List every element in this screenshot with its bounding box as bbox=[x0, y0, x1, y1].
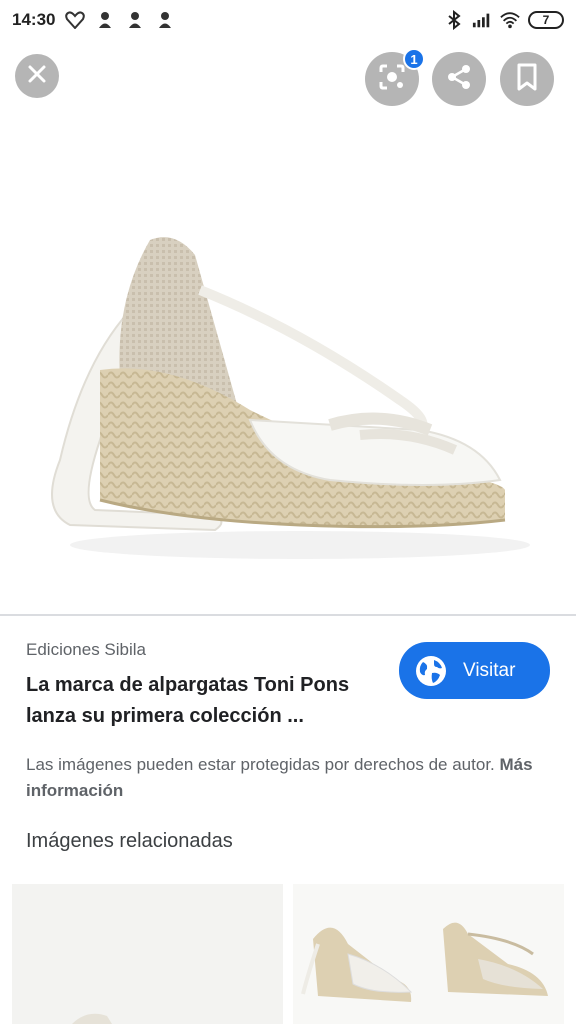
close-button[interactable] bbox=[15, 54, 59, 98]
globe-icon bbox=[415, 655, 447, 687]
related-image bbox=[293, 884, 564, 1024]
signal-icon bbox=[472, 10, 492, 30]
result-title-line: La marca de alpargatas Toni Pons bbox=[26, 674, 350, 696]
lens-button[interactable]: 1 bbox=[365, 48, 425, 106]
result-title-line: lanza su primera colección ... bbox=[26, 705, 304, 727]
status-time: 14:30 bbox=[12, 10, 56, 29]
close-icon bbox=[27, 64, 47, 89]
visit-button[interactable]: Visitar bbox=[399, 642, 550, 699]
heart-notification-icon bbox=[65, 10, 86, 30]
lens-badge: 1 bbox=[403, 48, 425, 70]
notification-icons bbox=[65, 10, 175, 30]
wifi-icon bbox=[500, 10, 520, 30]
bookmark-icon bbox=[515, 63, 539, 96]
copyright-text: Las imágenes pueden estar protegidas por… bbox=[26, 755, 495, 774]
espadrille-image bbox=[51, 237, 530, 559]
battery-indicator: 7 bbox=[528, 11, 564, 29]
copyright-notice: Las imágenes pueden estar protegidas por… bbox=[26, 752, 546, 804]
related-image bbox=[12, 884, 283, 1024]
app-notification-icon bbox=[95, 10, 115, 30]
result-title[interactable]: La marca de alpargatas Toni Pons lanza s… bbox=[26, 670, 386, 732]
main-image[interactable] bbox=[0, 130, 576, 614]
share-button[interactable] bbox=[432, 52, 486, 106]
divider bbox=[0, 614, 576, 616]
related-thumbnail[interactable] bbox=[293, 884, 564, 1024]
app-notification-icon bbox=[125, 10, 145, 30]
related-heading: Imágenes relacionadas bbox=[26, 830, 233, 852]
lens-icon bbox=[378, 63, 406, 96]
system-icons: 7 bbox=[444, 10, 564, 30]
share-icon bbox=[445, 63, 473, 96]
bluetooth-icon bbox=[444, 10, 464, 30]
status-bar: 14:30 7 bbox=[0, 0, 576, 40]
app-notification-icon bbox=[155, 10, 175, 30]
save-button[interactable] bbox=[500, 52, 554, 106]
related-thumbnail[interactable] bbox=[12, 884, 283, 1024]
visit-label: Visitar bbox=[463, 659, 516, 681]
